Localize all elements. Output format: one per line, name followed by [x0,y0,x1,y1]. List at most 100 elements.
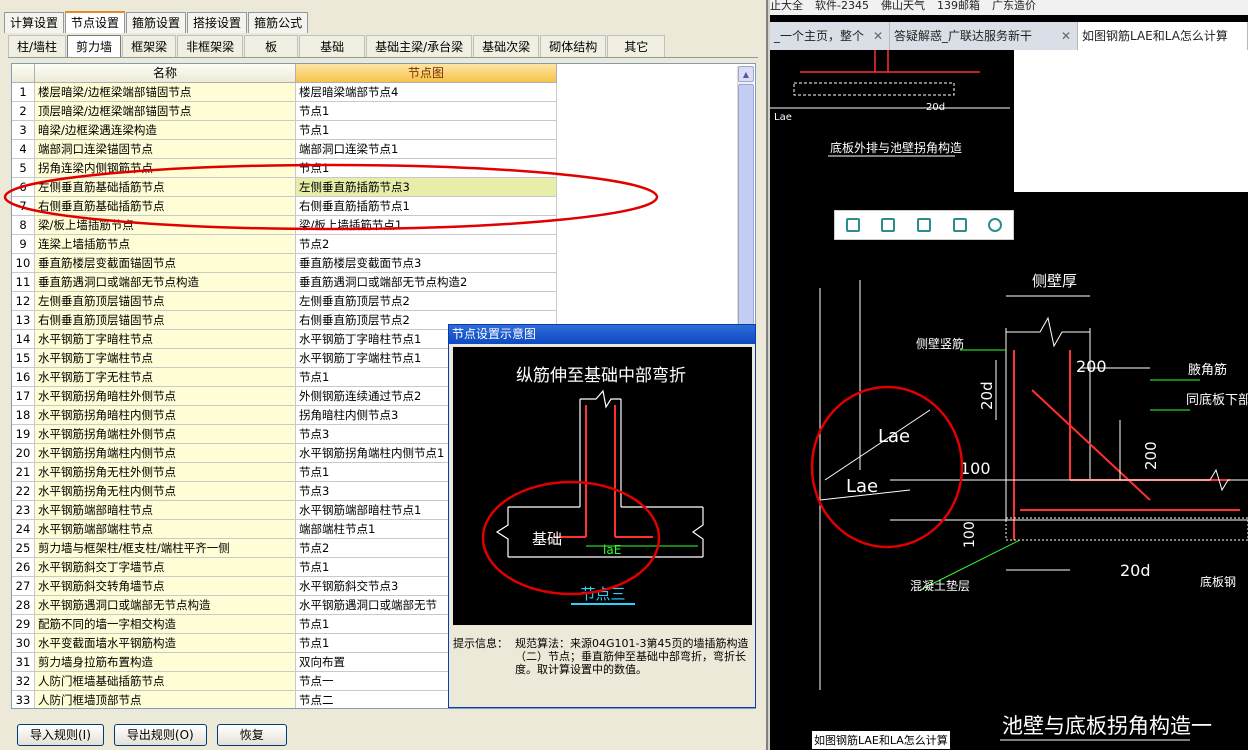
import-rules-button[interactable]: 导入规则(I) [17,724,104,746]
node-name-cell: 左侧垂直筋顶层锚固节点 [35,292,296,311]
node-name-cell: 水平钢筋拐角端柱内侧节点 [35,444,296,463]
note-bottom-rebar: 同底板下部钢 [1186,392,1248,408]
node-name-cell: 右侧垂直筋顶层锚固节点 [35,311,296,330]
row-number: 9 [12,235,35,254]
browser-tab-active[interactable]: 如图钢筋LAE和LA怎么计算 [1078,22,1248,50]
dim-100-b: 100 [962,521,978,548]
node-name-cell: 楼层暗梁/边框梁端部锚固节点 [35,83,296,102]
save-icon[interactable] [916,218,931,232]
node-name-cell: 水平钢筋丁字无柱节点 [35,368,296,387]
copy-icon[interactable] [845,218,860,232]
dim-200-b: 200 [1142,441,1160,470]
row-number: 25 [12,539,35,558]
node-name-cell: 水平钢筋拐角无柱外侧节点 [35,463,296,482]
bookmark-item[interactable]: 广东造价 [992,0,1036,15]
cad-drawing: Lae 20d 底板外排与池壁拐角构造 侧壁厚 侧壁竖筋 200 20d 200… [770,50,1248,741]
wall-thickness-label: 侧壁厚 [1032,272,1077,290]
table-row[interactable]: 12 左侧垂直筋顶层锚固节点 左侧垂直筋顶层节点2 [12,292,557,311]
node-name-cell: 水平钢筋拐角端柱外侧节点 [35,425,296,444]
lae-label-1: Lae [878,426,910,447]
node-name-cell: 垂直筋遇洞口或端部无节点构造 [35,273,296,292]
row-number: 4 [12,140,35,159]
tab-calc-settings[interactable]: 计算设置 [4,12,65,33]
row-number: 19 [12,425,35,444]
bookmark-item[interactable]: 佛山天气 [881,0,925,15]
hint-info: 提示信息： 规范算法：来源04G101-3第45页的墙插筋构造（二）节点；垂直筋… [453,637,752,676]
tab-lap-settings[interactable]: 搭接设置 [187,12,248,33]
bookmark-item[interactable]: 止大全 [770,0,803,15]
bookmark-item[interactable]: 139邮箱 [937,0,980,15]
node-diagram-cell[interactable]: 节点1 [296,102,557,121]
dim-100-a: 100 [960,459,991,478]
share-icon[interactable] [952,218,967,232]
header-number [12,64,35,83]
row-number: 26 [12,558,35,577]
node-diagram-cell[interactable]: 节点1 [296,121,557,140]
subtab-column[interactable]: 柱/墙柱 [8,35,67,57]
subtab-foundation-secondary-beam[interactable]: 基础次梁 [473,35,540,57]
table-row[interactable]: 1 楼层暗梁/边框梁端部锚固节点 楼层暗梁端部节点4 [12,83,557,102]
hint-label: 提示信息： [453,637,508,650]
row-number: 10 [12,254,35,273]
scroll-thumb[interactable] [738,84,754,344]
tab-label: _一个主页，整个 [774,29,865,43]
table-row[interactable]: 3 暗梁/边框梁遇连梁构造 节点1 [12,121,557,140]
browser-tab[interactable]: 答疑解惑_广联达服务新干 ✕ [890,22,1078,50]
table-row[interactable]: 10 垂直筋楼层变截面锚固节点 垂直筋楼层变截面节点3 [12,254,557,273]
node-diagram-cell[interactable]: 楼层暗梁端部节点4 [296,83,557,102]
node-name-cell: 垂直筋楼层变截面锚固节点 [35,254,296,273]
header-node[interactable]: 节点图 [296,64,557,83]
row-number: 24 [12,520,35,539]
subtab-shear-wall[interactable]: 剪力墙 [67,35,122,57]
node-name-cell: 水平钢筋端部暗柱节点 [35,501,296,520]
tab-label: 答疑解惑_广联达服务新干 [894,29,1033,43]
gear-icon[interactable] [988,218,1003,232]
subtab-masonry[interactable]: 砌体结构 [540,35,607,57]
fullscreen-icon[interactable] [881,218,896,232]
row-number: 14 [12,330,35,349]
node-name-cell: 顶层暗梁/边框梁端部锚固节点 [35,102,296,121]
subtab-foundation[interactable]: 基础 [299,35,366,57]
node-diagram-cell[interactable]: 垂直筋楼层变截面节点3 [296,254,557,273]
subtab-slab[interactable]: 板 [244,35,299,57]
table-row[interactable]: 2 顶层暗梁/边框梁端部锚固节点 节点1 [12,102,557,121]
restore-button[interactable]: 恢复 [216,724,287,746]
lae-small-label: Lae [774,112,792,123]
node-diagram-cell[interactable]: 端部洞口连梁节点1 [296,140,557,159]
concrete-cushion-label: 混凝土垫层 [910,578,970,593]
subtab-foundation-main-beam[interactable]: 基础主梁/承台梁 [366,35,473,57]
table-row[interactable]: 4 端部洞口连梁锚固节点 端部洞口连梁节点1 [12,140,557,159]
tab-stirrup-settings[interactable]: 箍筋设置 [126,12,187,33]
subtab-frame-beam[interactable]: 框架梁 [122,35,177,57]
row-number: 33 [12,691,35,708]
subtab-nonframe-beam[interactable]: 非框架梁 [177,35,244,57]
node-diagram-cell[interactable]: 左侧垂直筋顶层节点2 [296,292,557,311]
node-name-cell: 水平钢筋斜交丁字墙节点 [35,558,296,577]
tab-node-settings[interactable]: 节点设置 [65,11,126,33]
table-row[interactable]: 11 垂直筋遇洞口或端部无节点构造 垂直筋遇洞口或端部无节点构造2 [12,273,557,292]
lae-label: laE [603,543,621,557]
bookmark-item[interactable]: 软件-2345 [815,0,869,15]
close-icon[interactable]: ✕ [1061,22,1071,50]
row-number: 28 [12,596,35,615]
table-row[interactable]: 9 连梁上墙插筋节点 节点2 [12,235,557,254]
node-name-cell: 暗梁/边框梁遇连梁构造 [35,121,296,140]
bottom-slab-rebar-label: 底板钢 [1200,574,1236,589]
node-name-cell: 人防门框墙顶部节点 [35,691,296,708]
dim-20d-bottom: 20d [1120,561,1151,580]
header-name[interactable]: 名称 [35,64,296,83]
node-diagram-cell[interactable]: 节点2 [296,235,557,254]
browser-tab[interactable]: _一个主页，整个 ✕ [770,22,890,50]
subtab-other[interactable]: 其它 [607,35,666,57]
row-number: 27 [12,577,35,596]
node-diagram-cell[interactable]: 垂直筋遇洞口或端部无节点构造2 [296,273,557,292]
tab-stirrup-formula[interactable]: 箍筋公式 [248,12,309,33]
cad-image: Lae 20d 底板外排与池壁拐角构造 侧壁厚 侧壁竖筋 200 20d 200… [770,50,1248,750]
red-ellipse-annotation [810,385,964,549]
browser-window: 止大全 软件-2345 佛山天气 139邮箱 广东造价 _一个主页，整个 ✕ 答疑… [770,0,1248,750]
close-icon[interactable]: ✕ [873,22,883,50]
row-number: 23 [12,501,35,520]
export-rules-button[interactable]: 导出规则(O) [113,724,207,746]
scroll-up-arrow-icon[interactable]: ▲ [738,66,754,82]
row-number: 22 [12,482,35,501]
